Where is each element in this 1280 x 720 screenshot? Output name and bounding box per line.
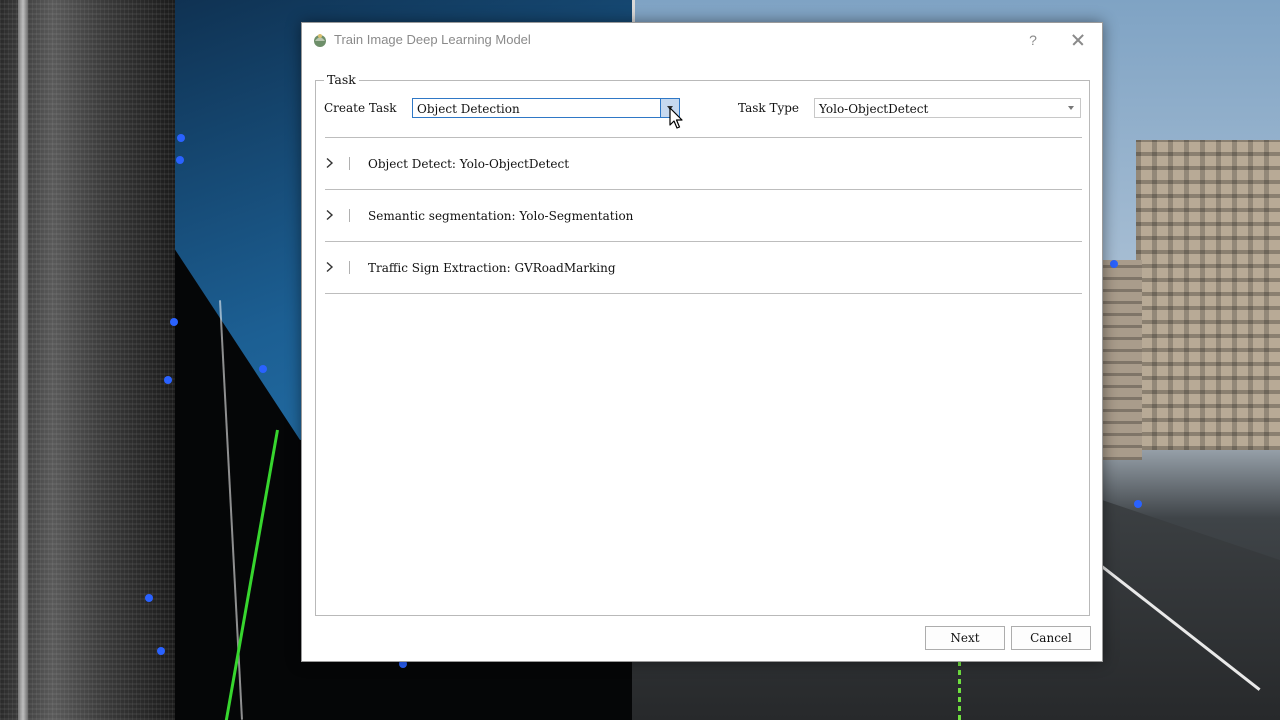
street-building bbox=[1102, 260, 1142, 460]
chevron-down-icon bbox=[1068, 106, 1074, 110]
create-task-label: Create Task bbox=[324, 101, 397, 115]
point-marker bbox=[176, 156, 184, 164]
task-item-object-detect[interactable]: Object Detect: Yolo-ObjectDetect bbox=[325, 137, 1082, 188]
point-marker bbox=[259, 365, 267, 373]
task-item-label: Semantic segmentation: Yolo-Segmentation bbox=[368, 209, 634, 223]
help-button[interactable]: ? bbox=[1022, 29, 1044, 51]
task-item-label: Object Detect: Yolo-ObjectDetect bbox=[368, 157, 570, 171]
cancel-button[interactable]: Cancel bbox=[1011, 626, 1091, 650]
point-marker bbox=[157, 647, 165, 655]
item-separator bbox=[349, 261, 350, 274]
point-cloud-wall-edge bbox=[18, 0, 28, 720]
chevron-right-icon[interactable] bbox=[325, 209, 335, 221]
train-model-dialog: Train Image Deep Learning Model ? Task C… bbox=[301, 22, 1103, 662]
next-button[interactable]: Next bbox=[925, 626, 1005, 650]
task-type-value: Yolo-ObjectDetect bbox=[819, 102, 929, 116]
chevron-right-icon[interactable] bbox=[325, 261, 335, 273]
trajectory-line bbox=[223, 429, 279, 720]
create-task-value: Object Detection bbox=[417, 102, 520, 116]
trajectory-dashed-line bbox=[958, 662, 961, 720]
item-separator bbox=[349, 209, 350, 222]
point-marker bbox=[170, 318, 178, 326]
point-marker bbox=[1110, 260, 1118, 268]
task-item-label: Traffic Sign Extraction: GVRoadMarking bbox=[368, 261, 616, 275]
mouse-cursor-icon bbox=[669, 107, 683, 129]
task-group-legend: Task bbox=[324, 72, 359, 87]
app-logo-icon bbox=[314, 34, 326, 47]
task-list-divider bbox=[325, 293, 1082, 294]
item-separator bbox=[349, 157, 350, 170]
chevron-right-icon[interactable] bbox=[325, 157, 335, 169]
point-marker bbox=[1134, 500, 1142, 508]
task-type-combobox[interactable]: Yolo-ObjectDetect bbox=[814, 98, 1081, 118]
point-marker bbox=[164, 376, 172, 384]
task-item-semantic-segmentation[interactable]: Semantic segmentation: Yolo-Segmentation bbox=[325, 189, 1082, 240]
create-task-combobox[interactable]: Object Detection bbox=[412, 98, 680, 118]
task-item-traffic-sign-extraction[interactable]: Traffic Sign Extraction: GVRoadMarking bbox=[325, 241, 1082, 292]
street-building bbox=[1136, 140, 1280, 450]
point-marker bbox=[177, 134, 185, 142]
point-marker bbox=[145, 594, 153, 602]
dialog-title: Train Image Deep Learning Model bbox=[334, 32, 531, 47]
dialog-titlebar[interactable]: Train Image Deep Learning Model ? bbox=[302, 23, 1102, 57]
point-cloud-lane-line bbox=[219, 300, 243, 720]
close-button[interactable] bbox=[1066, 28, 1090, 52]
task-type-label: Task Type bbox=[738, 101, 800, 115]
